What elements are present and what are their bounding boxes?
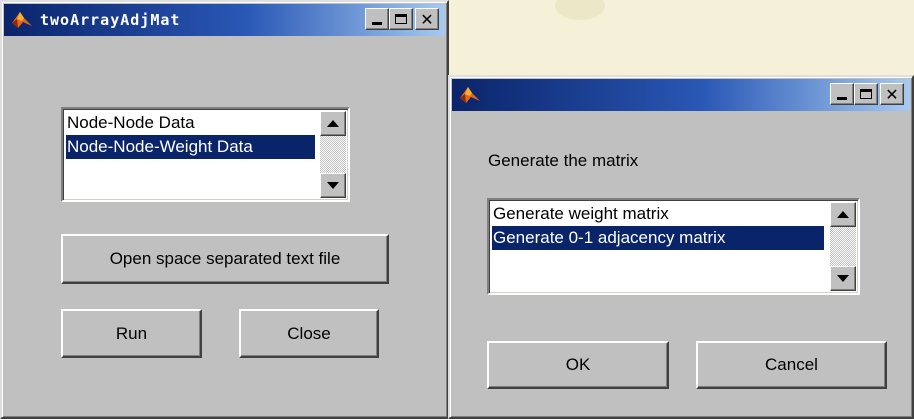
window-title: twoArrayAdjMat [40,11,181,29]
listbox-scrollbar[interactable] [320,111,346,198]
arrow-down-icon [327,182,339,189]
main-window: twoArrayAdjMat ✕ Node-Node Data Node-Nod… [0,0,449,419]
data-type-listbox[interactable]: Node-Node Data Node-Node-Weight Data [61,107,350,202]
scroll-down-button[interactable] [830,266,856,291]
maximize-button[interactable] [389,8,413,30]
matlab-logo-icon [12,12,32,28]
run-button[interactable]: Run [61,309,202,358]
title-bar[interactable]: ✕ [452,79,910,111]
maximize-icon [860,89,872,99]
ok-button[interactable]: OK [487,341,669,389]
arrow-up-icon [837,211,849,218]
matrix-type-listbox[interactable]: Generate weight matrix Generate 0-1 adja… [487,198,860,295]
list-item-selected[interactable]: Generate 0-1 adjacency matrix [492,226,824,250]
close-button[interactable]: Close [239,309,379,358]
arrow-down-icon [837,275,849,282]
matlab-logo-icon [460,87,480,103]
close-window-button[interactable]: ✕ [880,83,904,105]
list-item-selected[interactable]: Node-Node-Weight Data [66,135,315,159]
listbox-scrollbar[interactable] [830,202,856,291]
list-item[interactable]: Node-Node Data [66,111,195,135]
maximize-icon [395,14,407,24]
scroll-up-button[interactable] [320,111,346,136]
minimize-icon [372,22,382,25]
minimize-button[interactable] [830,83,854,105]
background-stain [555,0,605,20]
scroll-down-button[interactable] [320,173,346,198]
title-bar[interactable]: twoArrayAdjMat ✕ [4,4,445,36]
open-file-button[interactable]: Open space separated text file [61,234,389,284]
minimize-button[interactable] [365,8,389,30]
arrow-up-icon [327,120,339,127]
minimize-icon [837,97,847,100]
close-window-button[interactable]: ✕ [415,8,439,30]
scroll-up-button[interactable] [830,202,856,227]
maximize-button[interactable] [854,83,878,105]
cancel-button[interactable]: Cancel [696,341,887,389]
list-item[interactable]: Generate weight matrix [492,202,669,226]
close-icon: ✕ [420,9,434,29]
prompt-label: Generate the matrix [488,151,639,170]
close-icon: ✕ [885,84,899,104]
dialog-window: ✕ Generate the matrix Generate weight ma… [448,75,914,419]
